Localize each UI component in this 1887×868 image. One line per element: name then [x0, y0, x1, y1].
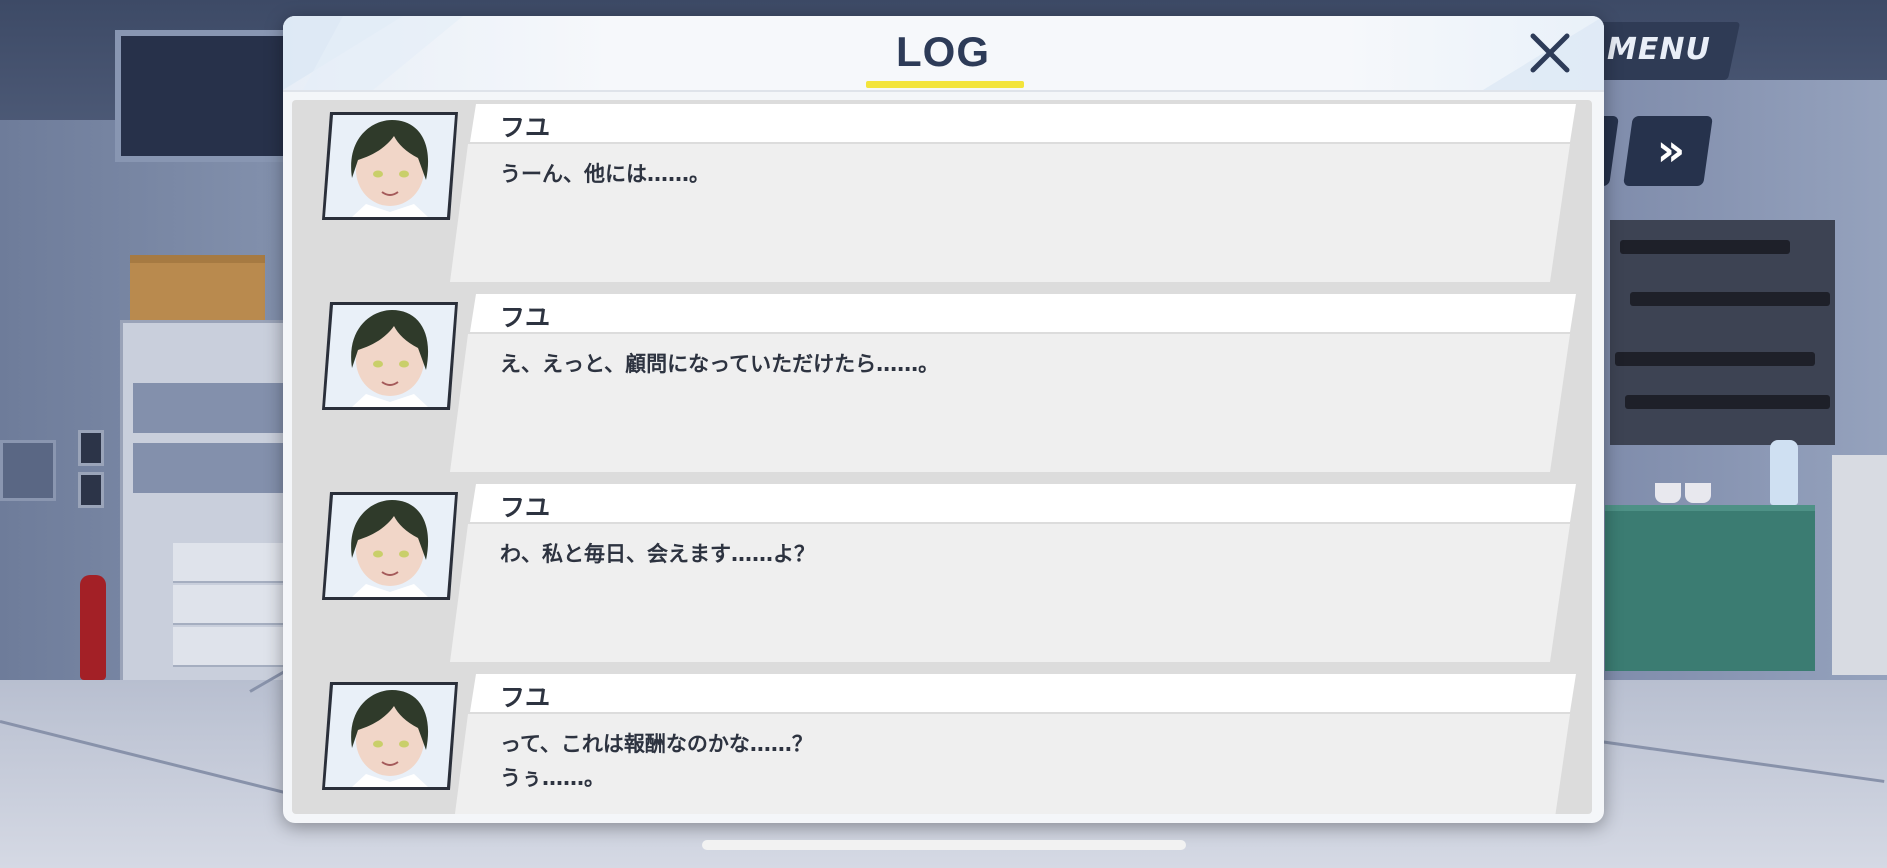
speaker-name: フユ	[500, 303, 551, 332]
speaker-name: フユ	[500, 683, 551, 712]
dialogue-line: うーん、他には……。	[500, 162, 710, 186]
wall-switch	[78, 472, 104, 508]
close-button[interactable]	[1523, 26, 1579, 82]
shelf-row	[133, 383, 288, 433]
cardboard-box	[130, 255, 265, 328]
fire-extinguisher	[80, 575, 106, 680]
log-entry: フユ うーん、他には……。	[292, 102, 1592, 282]
fuyu-portrait	[322, 492, 458, 600]
cup	[1655, 483, 1681, 503]
fuyu-portrait	[322, 112, 458, 220]
bubble-shape	[450, 104, 1576, 282]
rifle	[1620, 240, 1790, 254]
dialogue-line: わ、私と毎日、会えます……よ？	[500, 542, 815, 566]
log-entry: フユ え、えっと、顧問になっていただけたら……。	[292, 292, 1592, 472]
rifle	[1630, 292, 1830, 306]
log-entry-list[interactable]: フユ うーん、他には……。 フユ え、えっと、顧問になっていただけたら……。 フ…	[292, 100, 1592, 814]
log-entry: フユ わ、私と毎日、会えます……よ？	[292, 482, 1592, 662]
character-avatar	[322, 678, 458, 790]
bubble-shape	[450, 484, 1576, 662]
wall-switch	[78, 430, 104, 466]
shelf-drawer	[173, 627, 288, 667]
log-header: LOG	[283, 16, 1604, 90]
window	[115, 30, 297, 162]
rifle	[1625, 395, 1830, 409]
wall-panel	[0, 440, 56, 501]
water-bottle	[1770, 440, 1798, 505]
cup	[1685, 483, 1711, 503]
title-underline	[866, 81, 1024, 88]
shelf-row	[133, 443, 288, 493]
header-divider	[283, 90, 1604, 92]
dialogue-line: うぅ……。	[500, 766, 605, 790]
fast-forward-icon[interactable]: »	[1636, 122, 1706, 182]
dialogue-line: え、えっと、顧問になっていただけたら……。	[500, 352, 940, 376]
dialogue-bubble: フユ って、これは報酬なのかな……？ うぅ……。	[450, 672, 1580, 814]
rifle	[1615, 352, 1815, 366]
shelf-drawer	[173, 585, 288, 625]
bubble-shape	[450, 294, 1576, 472]
character-avatar	[322, 298, 458, 410]
speaker-name: フユ	[500, 113, 551, 142]
close-icon[interactable]	[1523, 26, 1579, 82]
log-dialog: LOG フユ うーん、他には……。 フユ え、えっと、顧問になっていただけたら……	[283, 16, 1604, 823]
fuyu-portrait	[322, 302, 458, 410]
fridge	[1832, 455, 1887, 675]
dialogue-bubble: フユ うーん、他には……。	[450, 102, 1580, 282]
home-indicator[interactable]	[702, 840, 1186, 850]
character-avatar	[322, 488, 458, 600]
character-avatar	[322, 108, 458, 220]
shelf-drawer	[173, 543, 288, 583]
menu-button-label[interactable]: MENU	[1607, 32, 1710, 72]
bookshelf	[120, 320, 301, 686]
log-entry: フユ って、これは報酬なのかな……？ うぅ……。	[292, 672, 1592, 814]
speaker-name: フユ	[500, 493, 551, 522]
dialogue-bubble: フユ わ、私と毎日、会えます……よ？	[450, 482, 1580, 662]
dialogue-line: って、これは報酬なのかな……？	[500, 732, 813, 756]
fuyu-portrait	[322, 682, 458, 790]
dialogue-bubble: フユ え、えっと、顧問になっていただけたら……。	[450, 292, 1580, 472]
cabinet	[1605, 505, 1815, 671]
log-title: LOG	[896, 28, 990, 75]
